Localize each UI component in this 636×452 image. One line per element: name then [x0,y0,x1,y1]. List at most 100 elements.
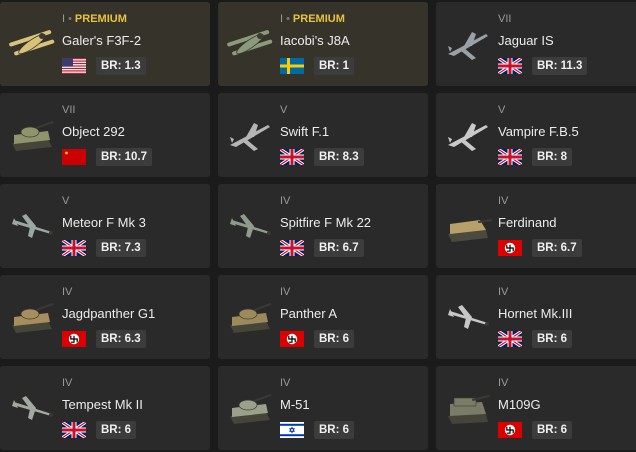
battle-rating-badge: BR: 7.3 [96,239,146,257]
vehicle-info: IV Panther A BR: 6 [280,286,422,348]
vehicle-meta: BR: 1.3 [62,57,204,75]
vehicle-name: Jaguar IS [498,33,554,48]
tank-icon [6,115,58,155]
tank-destroyer-icon [442,206,494,246]
vehicle-meta: BR: 6 [498,330,636,348]
rank-label: VII [62,104,76,116]
battle-rating-badge: BR: 6 [96,421,137,439]
vehicle-name: Hornet Mk.III [498,306,573,321]
vehicle-info: IV Jagdpanther G1 BR: 6.3 [62,286,204,348]
vehicle-card[interactable]: IV Jagdpanther G1 BR: 6.3 [0,275,210,359]
vehicle-card[interactable]: VII Jaguar IS BR: 11.3 [436,2,636,86]
vehicle-info: VII Jaguar IS BR: 11.3 [498,13,636,75]
uk-flag-icon [498,331,522,347]
rank-line: IV [280,286,422,299]
vehicle-meta: BR: 11.3 [498,57,636,75]
uk-flag-icon [498,149,522,165]
battle-rating-badge: BR: 6.7 [314,239,364,257]
battle-rating-badge: BR: 6.7 [532,239,582,257]
prop-plane-icon [6,206,58,246]
premium-label: PREMIUM [74,13,127,25]
vehicle-card[interactable]: I • PREMIUM Iacobi's J8A BR: 1 [218,2,428,86]
vehicle-card[interactable]: IV Tempest Mk II BR: 6 [0,366,210,450]
vehicle-card[interactable]: IV Hornet Mk.III BR: 6 [436,275,636,359]
uk-flag-icon [498,58,522,74]
jet-icon [442,115,494,155]
usa-flag-icon [62,58,86,74]
vehicle-card[interactable]: V Meteor F Mk 3 BR: 7.3 [0,184,210,268]
vehicle-name: Object 292 [62,124,125,139]
vehicle-card[interactable]: IV M-51 BR: 6 [218,366,428,450]
vehicle-meta: BR: 6 [62,421,204,439]
tank-icon [6,297,58,337]
tank-icon [224,388,276,428]
vehicle-meta: BR: 6 [280,421,422,439]
vehicle-meta: BR: 1 [280,57,422,75]
vehicle-card[interactable]: IV Panther A BR: 6 [218,275,428,359]
jet-icon [224,115,276,155]
vehicle-name: Meteor F Mk 3 [62,215,146,230]
uk-flag-icon [280,240,304,256]
rank-line: IV [498,377,636,390]
battle-rating-badge: BR: 1 [314,57,355,75]
vehicle-info: IV Spitfire F Mk 22 BR: 6.7 [280,195,422,257]
rank-line: I • PREMIUM [62,13,204,26]
rank-label: IV [62,286,73,298]
battle-rating-badge: BR: 6 [532,330,573,348]
vehicle-meta: BR: 6 [498,421,636,439]
vehicle-info: I • PREMIUM Iacobi's J8A BR: 1 [280,13,422,75]
vehicle-meta: BR: 6 [280,330,422,348]
uk-flag-icon [62,422,86,438]
vehicle-info: IV Tempest Mk II BR: 6 [62,377,204,439]
vehicle-card[interactable]: IV Ferdinand BR: 6.7 [436,184,636,268]
vehicle-info: IV Hornet Mk.III BR: 6 [498,286,636,348]
rank-line: IV [62,377,204,390]
vehicle-meta: BR: 6.7 [280,239,422,257]
vehicle-meta: BR: 10.7 [62,148,204,166]
vehicle-card[interactable]: IV M109G BR: 6 [436,366,636,450]
battle-rating-badge: BR: 6 [314,330,355,348]
vehicle-name: M-51 [280,397,310,412]
vehicle-card[interactable]: V Vampire F.B.5 BR: 8 [436,93,636,177]
vehicle-meta: BR: 8.3 [280,148,422,166]
rank-label: I [280,13,284,25]
vehicle-meta: BR: 7.3 [62,239,204,257]
rank-label: V [498,104,506,116]
vehicle-name: Spitfire F Mk 22 [280,215,372,230]
vehicle-info: IV M-51 BR: 6 [280,377,422,439]
separator-dot: • [286,13,290,25]
separator-dot: • [68,13,72,25]
vehicle-card[interactable]: I • PREMIUM Galer's F3F-2 BR: 1.3 [0,2,210,86]
rank-label: IV [498,195,509,207]
uk-flag-icon [280,149,304,165]
rank-line: IV [280,195,422,208]
vehicle-card[interactable]: V Swift F.1 BR: 8.3 [218,93,428,177]
rank-line: I • PREMIUM [280,13,422,26]
biplane-icon [224,24,276,64]
rank-label: VII [498,13,512,25]
prop-plane-icon [442,297,494,337]
vehicle-card[interactable]: VII Object 292 BR: 10.7 [0,93,210,177]
battle-rating-badge: BR: 8.3 [314,148,364,166]
vehicle-grid: I • PREMIUM Galer's F3F-2 BR: 1.3 I • PREMIUM Ia… [0,0,636,452]
vehicle-info: V Vampire F.B.5 BR: 8 [498,104,636,166]
vehicle-card[interactable]: IV Spitfire F Mk 22 BR: 6.7 [218,184,428,268]
rank-label: V [280,104,288,116]
vehicle-name: Tempest Mk II [62,397,143,412]
rank-label: V [62,195,70,207]
uk-flag-icon [62,240,86,256]
rank-line: V [280,104,422,117]
vehicle-name: Galer's F3F-2 [62,33,142,48]
rank-line: VII [62,104,204,117]
vehicle-name: Iacobi's J8A [280,33,350,48]
vehicle-name: Vampire F.B.5 [498,124,579,139]
rank-line: IV [280,377,422,390]
rank-line: IV [498,286,636,299]
rank-label: IV [498,377,509,389]
vehicle-info: V Swift F.1 BR: 8.3 [280,104,422,166]
vehicle-info: V Meteor F Mk 3 BR: 7.3 [62,195,204,257]
rank-label: I [62,13,66,25]
rank-line: IV [62,286,204,299]
vehicle-meta: BR: 6.7 [498,239,636,257]
rank-line: VII [498,13,636,26]
